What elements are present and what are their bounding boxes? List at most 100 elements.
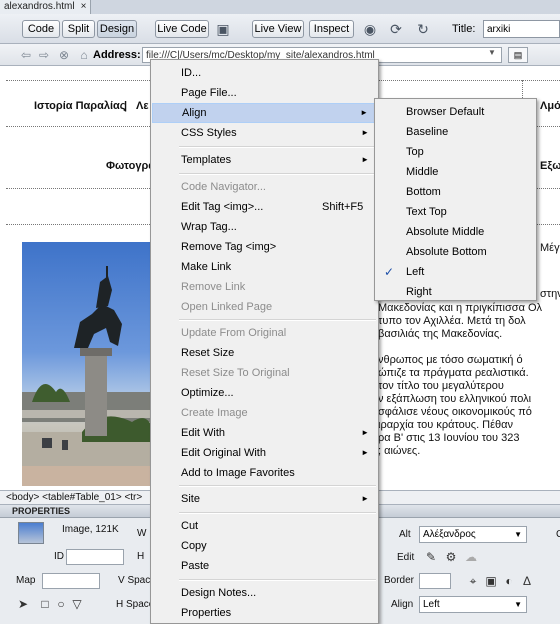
body-text-line: τυπο τον Αχιλλέα. Μετά τη δολ bbox=[378, 315, 526, 327]
body-text-line: σφάλισε νέους οικονομικούς πό bbox=[378, 406, 532, 418]
split-view-button[interactable]: Split bbox=[62, 20, 95, 38]
align-option-label: Text Top bbox=[406, 206, 447, 218]
image-thumbnail-icon bbox=[18, 522, 44, 544]
code-view-button[interactable]: Code bbox=[22, 20, 60, 38]
alexander-statue-image[interactable] bbox=[22, 242, 152, 486]
refresh-icon[interactable]: ↻ bbox=[413, 19, 433, 39]
alt-select[interactable]: Αλέξανδρος ▼ bbox=[419, 526, 527, 543]
menu-item-templates[interactable]: Templates ► bbox=[152, 150, 377, 170]
title-input[interactable] bbox=[483, 20, 560, 38]
stop-icon[interactable]: ⊗ bbox=[56, 47, 72, 63]
address-label: Address: bbox=[93, 49, 141, 61]
checkmark-icon: ✓ bbox=[384, 265, 395, 279]
nav-link-history[interactable]: Ιστορία Παραλίας bbox=[34, 100, 126, 112]
map-input[interactable] bbox=[42, 573, 100, 589]
refresh-design-icon[interactable]: ⟳ bbox=[386, 19, 406, 39]
align-option-text-top[interactable]: Text Top bbox=[376, 202, 535, 222]
menu-item-label: Properties bbox=[181, 607, 232, 619]
align-option-middle[interactable]: Middle bbox=[376, 162, 535, 182]
align-option-browser-default[interactable]: Browser Default bbox=[376, 102, 535, 122]
menu-item-optimize[interactable]: Optimize... bbox=[152, 383, 377, 403]
pointer-hotspot-icon[interactable]: ➤ bbox=[16, 597, 30, 611]
menu-item-label: Reset Size To Original bbox=[181, 367, 290, 379]
live-code-button[interactable]: Live Code bbox=[155, 20, 209, 38]
pencil-edit-icon[interactable]: ✎ bbox=[424, 550, 438, 564]
menu-item-label: ID... bbox=[181, 67, 202, 79]
menu-item-cut[interactable]: Cut bbox=[152, 516, 377, 536]
id-label: ID bbox=[54, 551, 64, 562]
menu-item-wrap-tag[interactable]: Wrap Tag... bbox=[152, 217, 377, 237]
body-text-line: ; αιώνες. bbox=[378, 445, 421, 457]
align-option-right[interactable]: Right bbox=[376, 282, 535, 302]
sharpen-icon[interactable]: Δ bbox=[520, 574, 534, 588]
image-settings-icon[interactable]: ⚙ bbox=[444, 550, 458, 564]
align-option-label: Browser Default bbox=[406, 106, 485, 118]
align-dropdown-icon: ▼ bbox=[514, 600, 522, 609]
align-option-absolute-middle[interactable]: Absolute Middle bbox=[376, 222, 535, 242]
menu-item-reset-size-to-original[interactable]: Reset Size To Original bbox=[152, 363, 377, 383]
home-icon[interactable]: ⌂ bbox=[76, 47, 92, 63]
menu-item-code-navigator[interactable]: Code Navigator... bbox=[152, 177, 377, 197]
nav-link-partial[interactable]: Λε bbox=[136, 100, 149, 112]
nav-link-partial-right-2[interactable]: Εξω bbox=[540, 160, 560, 172]
menu-item-label: Edit Original With bbox=[181, 447, 266, 459]
view-options-icon[interactable]: ▤ bbox=[508, 47, 528, 63]
align-option-label: Top bbox=[406, 146, 424, 158]
update-icon[interactable]: ☁ bbox=[464, 550, 478, 564]
nav-link-photos[interactable]: Φωτογρα bbox=[106, 160, 155, 172]
polygon-hotspot-icon[interactable]: ▽ bbox=[70, 597, 84, 611]
menu-item-edit-original-with[interactable]: Edit Original With ► bbox=[152, 443, 377, 463]
menu-item-page-file[interactable]: Page File... bbox=[152, 83, 377, 103]
forward-icon[interactable]: ⇨ bbox=[36, 47, 52, 63]
design-view-button[interactable]: Design bbox=[97, 20, 137, 38]
menu-item-add-to-image-favorites[interactable]: Add to Image Favorites bbox=[152, 463, 377, 483]
id-input[interactable] bbox=[66, 549, 124, 565]
menu-item-edit-tag[interactable]: Edit Tag <img>... Shift+F5 bbox=[152, 197, 377, 217]
inspect-button[interactable]: Inspect bbox=[309, 20, 354, 38]
menu-item-remove-link[interactable]: Remove Link bbox=[152, 277, 377, 297]
resample-icon[interactable]: ▣ bbox=[484, 574, 498, 588]
border-input[interactable] bbox=[419, 573, 451, 589]
menu-item-paste[interactable]: Paste bbox=[152, 556, 377, 576]
tag-path[interactable]: <body> <table#Table_01> <tr> bbox=[6, 492, 142, 503]
rectangle-hotspot-icon[interactable]: □ bbox=[38, 597, 52, 611]
align-option-left[interactable]: ✓ Left bbox=[376, 262, 535, 282]
align-option-top[interactable]: Top bbox=[376, 142, 535, 162]
menu-item-remove-tag[interactable]: Remove Tag <img> bbox=[152, 237, 377, 257]
brightness-icon[interactable]: ◐ bbox=[502, 574, 516, 588]
menu-item-open-linked-page[interactable]: Open Linked Page bbox=[152, 297, 377, 317]
menu-item-copy[interactable]: Copy bbox=[152, 536, 377, 556]
menu-item-reset-size[interactable]: Reset Size bbox=[152, 343, 377, 363]
align-option-baseline[interactable]: Baseline bbox=[376, 122, 535, 142]
menu-item-id[interactable]: ID... bbox=[152, 63, 377, 83]
align-label: Align bbox=[391, 599, 414, 610]
align-option-bottom[interactable]: Bottom bbox=[376, 182, 535, 202]
menu-item-design-notes[interactable]: Design Notes... bbox=[152, 583, 377, 603]
menu-item-make-link[interactable]: Make Link bbox=[152, 257, 377, 277]
circle-hotspot-icon[interactable]: ○ bbox=[54, 597, 68, 611]
menu-item-css-styles[interactable]: CSS Styles ► bbox=[152, 123, 377, 143]
nav-link-partial-right[interactable]: Λμό bbox=[540, 100, 560, 112]
menu-item-site[interactable]: Site ► bbox=[152, 489, 377, 509]
menu-item-update-from-original[interactable]: Update From Original bbox=[152, 323, 377, 343]
align-option-absolute-bottom[interactable]: Absolute Bottom bbox=[376, 242, 535, 262]
menu-item-create-image[interactable]: Create Image bbox=[152, 403, 377, 423]
align-select[interactable]: Left ▼ bbox=[419, 596, 527, 613]
address-dropdown-icon[interactable]: ▼ bbox=[488, 48, 496, 57]
menu-item-label: Wrap Tag... bbox=[181, 221, 237, 233]
globe-icon[interactable]: ◉ bbox=[360, 19, 380, 39]
menu-item-align[interactable]: Align ► bbox=[152, 103, 377, 123]
document-tab[interactable]: alexandros.html × bbox=[0, 0, 92, 14]
menu-separator bbox=[179, 579, 376, 581]
menu-item-edit-with[interactable]: Edit With ► bbox=[152, 423, 377, 443]
check-browser-icon[interactable]: ▣ bbox=[213, 19, 233, 39]
close-tab-icon[interactable]: × bbox=[81, 1, 87, 12]
live-view-button[interactable]: Live View bbox=[252, 20, 304, 38]
body-text-line: Μέγα bbox=[540, 242, 560, 254]
body-text-line: ν εξάπλωση του ελληνικού πολι bbox=[378, 393, 532, 405]
crop-icon[interactable]: ⌖ bbox=[466, 574, 480, 588]
menu-item-label: Edit Tag <img>... bbox=[181, 201, 264, 213]
back-icon[interactable]: ⇦ bbox=[18, 47, 34, 63]
menu-item-properties[interactable]: Properties bbox=[152, 603, 377, 623]
menu-item-label: Remove Tag <img> bbox=[181, 241, 277, 253]
